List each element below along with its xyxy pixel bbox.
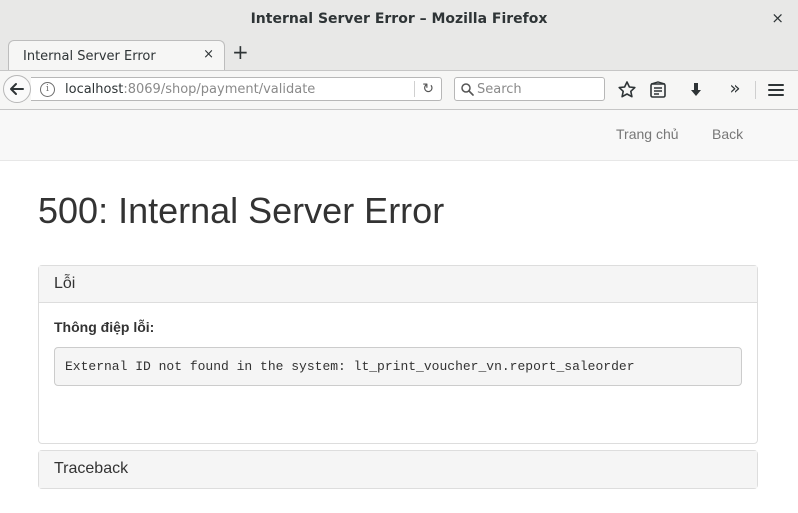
tab-label: Internal Server Error [23,49,156,64]
url-separator [414,81,415,97]
url-bar[interactable]: i localhost:8069/shop/payment/validate ↻ [31,77,442,101]
traceback-panel: Traceback [38,450,758,489]
tab-strip: Internal Server Error × + [0,38,798,71]
new-tab-icon[interactable]: + [232,40,249,64]
back-arrow-icon [10,83,24,95]
site-navbar: Trang chủ Back [0,110,798,161]
error-panel: Lỗi Thông điệp lỗi: External ID not foun… [38,265,758,444]
error-panel-heading[interactable]: Lỗi [39,266,757,303]
url-path: :8069/shop/payment/validate [123,82,316,97]
nav-link-home[interactable]: Trang chủ [616,126,679,142]
window-close-icon[interactable]: × [771,9,784,27]
download-icon[interactable] [686,80,706,100]
info-icon[interactable]: i [40,82,55,97]
tab-internal-server-error[interactable]: Internal Server Error × [8,40,225,70]
toolbar-separator [755,81,756,99]
error-message-code: External ID not found in the system: lt_… [54,347,742,386]
error-panel-body: Thông điệp lỗi: External ID not found in… [39,303,757,402]
back-button[interactable] [3,75,31,103]
reload-icon[interactable]: ↻ [422,81,434,97]
page-title: 500: Internal Server Error [38,190,445,231]
star-icon[interactable] [617,80,637,100]
url-host: localhost [65,82,124,97]
window-title: Internal Server Error – Mozilla Firefox [250,11,548,27]
overflow-icon[interactable]: » [725,78,745,99]
traceback-panel-heading[interactable]: Traceback [39,451,757,488]
search-input[interactable] [477,80,597,98]
url-text[interactable]: localhost:8069/shop/payment/validate [65,82,315,97]
error-message-label: Thông điệp lỗi: [54,319,155,335]
reading-list-icon[interactable] [648,80,668,100]
window-titlebar: Internal Server Error – Mozilla Firefox … [0,0,798,38]
nav-link-back[interactable]: Back [712,126,743,142]
search-box[interactable] [454,77,605,101]
search-icon [461,83,474,96]
menu-icon[interactable] [766,80,786,100]
tab-close-icon[interactable]: × [203,47,214,62]
nav-toolbar: i localhost:8069/shop/payment/validate ↻… [0,71,798,110]
